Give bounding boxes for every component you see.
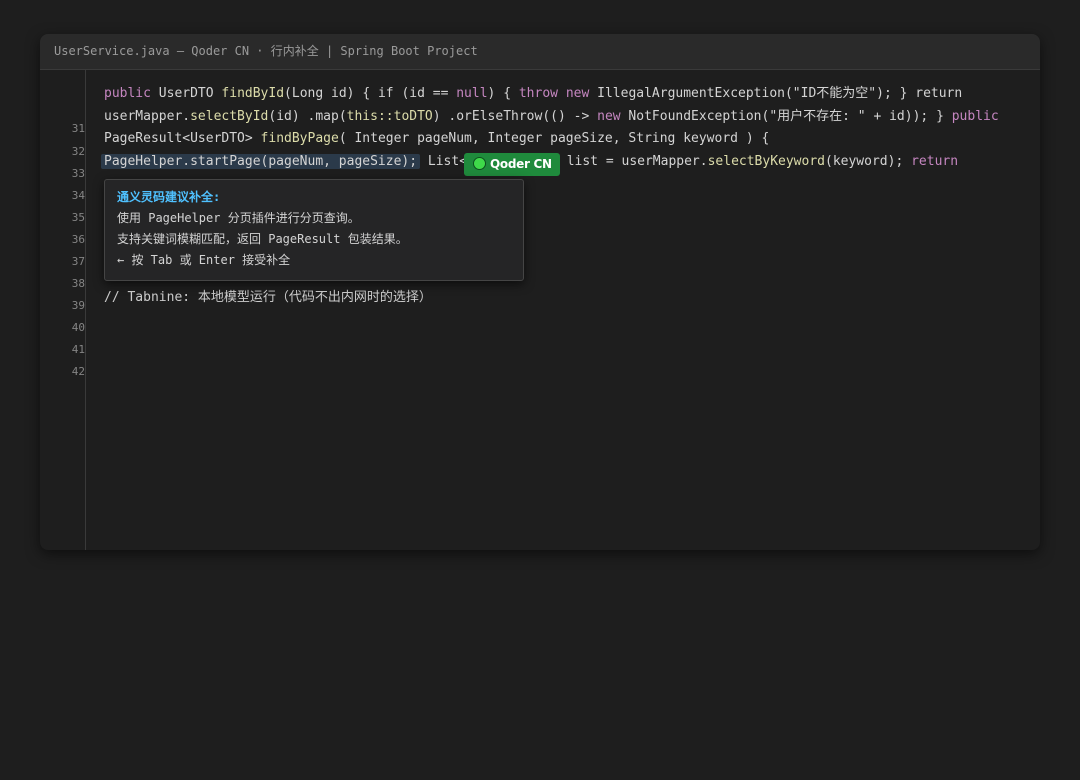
completion-suggestion-popup[interactable]: 通义灵码建议补全: 使用 PageHelper 分页插件进行分页查询。 支持关键… (104, 179, 524, 281)
code-comment: // Tabnine: 本地模型运行（代码不出内网时的选择） (104, 290, 432, 305)
code-text: UserDTO (150, 86, 222, 101)
code-text: userMapper. (104, 109, 191, 124)
accept-hint: ← 按 Tab 或 Enter 接受补全 (117, 253, 291, 267)
code-text: (keyword); (825, 154, 912, 169)
window-title: UserService.java — Qoder CN · 行内补全 | Spr… (40, 34, 1040, 70)
qoder-cn-badge[interactable]: Qoder CN (464, 153, 560, 176)
method-name: findById (221, 86, 285, 101)
keyword-public: public (951, 109, 999, 124)
code-text: list = userMapper. (566, 154, 708, 169)
keyword-new: new (565, 86, 590, 101)
line-number: 33 (71, 167, 85, 180)
line-number: 42 (71, 365, 85, 378)
editor-window: UserService.java — Qoder CN · 行内补全 | Spr… (40, 34, 1040, 550)
suggestion-title: 通义灵码建议补全: (117, 190, 221, 204)
highlighted-code: PageHelper.startPage(pageNum, pageSize); (101, 154, 421, 169)
keyword-public: public (104, 86, 151, 101)
code-line[interactable]: // Tabnine: 本地模型运行（代码不出内网时的选择） (104, 287, 432, 309)
line-number: 37 (71, 255, 85, 268)
line-number: 34 (71, 189, 85, 202)
keyword-new: new (597, 109, 621, 124)
keyword-null: null (456, 86, 488, 101)
method-name: selectByKeyword (707, 154, 825, 169)
method-reference: this::toDTO (346, 109, 433, 124)
line-number: 40 (71, 321, 85, 334)
code-line[interactable]: PageResult<UserDTO> findByPage( Integer … (104, 128, 769, 150)
method-name: selectById (190, 109, 269, 124)
code-line[interactable]: public UserDTO findById(Long id) { if (i… (104, 83, 962, 105)
code-text: PageResult<UserDTO> (104, 131, 261, 146)
line-number: 39 (71, 299, 85, 312)
code-text: NotFoundException("用户不存在: " + id)); } (620, 109, 952, 124)
code-text: ) { (487, 86, 519, 101)
line-number: 35 (71, 211, 85, 224)
line-number: 38 (71, 277, 85, 290)
method-name: findByPage (260, 131, 339, 146)
code-text: (id) .map( (268, 109, 347, 124)
line-number: 31 (71, 122, 85, 135)
code-text: (Long id) { if (id == (284, 86, 457, 101)
keyword-throw: throw (518, 86, 558, 101)
badge-label: Qoder CN (490, 157, 552, 171)
suggestion-line: 支持关键词模糊匹配，返回 PageResult 包装结果。 (117, 232, 408, 246)
line-number: 36 (71, 233, 85, 246)
code-text: ( Integer pageNum, Integer pageSize, Str… (338, 131, 770, 146)
suggestion-line: 使用 PageHelper 分页插件进行分页查询。 (117, 211, 360, 225)
line-number: 41 (71, 343, 85, 356)
line-number: 32 (71, 145, 85, 158)
line-number-gutter: 31 32 33 34 35 36 37 38 39 40 41 42 (40, 70, 86, 550)
code-text: IllegalArgumentException("ID不能为空"); } re… (589, 86, 963, 101)
keyword-return: return (911, 154, 959, 169)
code-text: ) .orElseThrow(() -> (432, 109, 598, 124)
status-dot-icon (473, 157, 486, 170)
code-line[interactable]: userMapper.selectById(id) .map(this::toD… (104, 106, 999, 128)
